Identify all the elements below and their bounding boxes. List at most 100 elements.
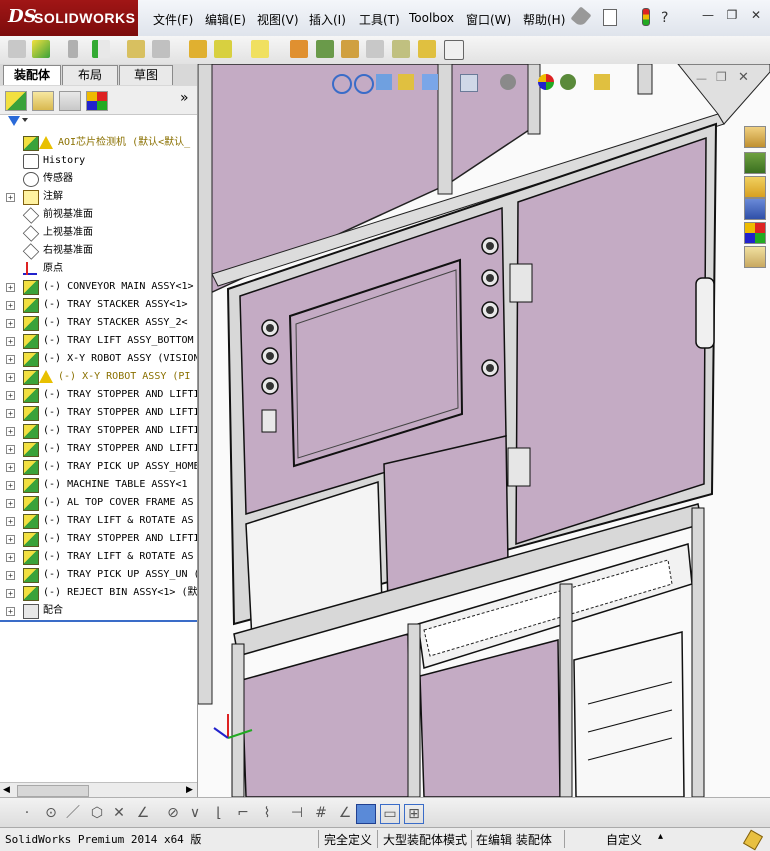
expand-toggle-icon[interactable]: +: [6, 193, 15, 202]
menu-insert[interactable]: 插入(I): [309, 11, 346, 28]
tree-row[interactable]: 上视基准面: [0, 224, 197, 242]
dimension-icon[interactable]: ⊣: [288, 804, 306, 822]
show-hidden-icon[interactable]: [189, 40, 207, 58]
line-icon[interactable]: ／: [64, 804, 82, 822]
chevron-down-icon[interactable]: [22, 118, 28, 122]
menu-edit[interactable]: 编辑(E): [205, 11, 246, 28]
interference-detection-icon[interactable]: [392, 40, 410, 58]
viewport-close-icon[interactable]: ✕: [738, 70, 749, 85]
tree-row[interactable]: History: [0, 152, 197, 170]
configurationmanager-icon[interactable]: [59, 91, 81, 111]
tree-row[interactable]: + (-) X-Y ROBOT ASSY (VISION: [0, 350, 197, 368]
expand-toggle-icon[interactable]: +: [6, 355, 15, 364]
tree-row[interactable]: 前视基准面: [0, 206, 197, 224]
design-library-icon[interactable]: [744, 152, 766, 174]
help-question-icon[interactable]: ?: [661, 10, 668, 26]
expand-toggle-icon[interactable]: +: [6, 571, 15, 580]
scroll-right-icon[interactable]: ▶: [186, 785, 193, 795]
view-settings-icon[interactable]: [594, 74, 610, 90]
displaymanager-icon[interactable]: [86, 91, 108, 111]
tree-row[interactable]: + (-) TRAY STACKER ASSY_2<: [0, 314, 197, 332]
filter-icon[interactable]: [8, 116, 20, 126]
angle-icon[interactable]: ∠: [336, 804, 354, 822]
expand-toggle-icon[interactable]: +: [6, 481, 15, 490]
tree-row[interactable]: 右视基准面: [0, 242, 197, 260]
assembly-features-icon[interactable]: [214, 40, 232, 58]
previous-view-icon[interactable]: [376, 74, 392, 90]
expand-toggle-icon[interactable]: +: [6, 589, 15, 598]
section-view-icon[interactable]: [398, 74, 414, 90]
graphics-area[interactable]: — ❐ ✕: [198, 64, 770, 797]
tree-row[interactable]: AOI芯片检测机 (默认<默认_: [0, 134, 197, 152]
expand-toggle-icon[interactable]: +: [6, 463, 15, 472]
expand-panel-icon[interactable]: »: [180, 90, 189, 106]
resources-home-icon[interactable]: [744, 126, 766, 148]
viewport-minimize-icon[interactable]: —: [696, 72, 707, 85]
tree-row[interactable]: + (-) TRAY STOPPER AND LIFTI: [0, 386, 197, 404]
explode-line-sketch-icon[interactable]: [366, 40, 384, 58]
tree-row[interactable]: + (-) TRAY LIFT ASSY_BOTTOM: [0, 332, 197, 350]
expand-toggle-icon[interactable]: +: [6, 337, 15, 346]
units-selector[interactable]: 自定义: [606, 831, 642, 848]
tree-row[interactable]: + (-) TRAY STOPPER AND LIFTI: [0, 422, 197, 440]
mate-icon[interactable]: [68, 40, 78, 58]
propertymanager-icon[interactable]: [32, 91, 54, 111]
expand-toggle-icon[interactable]: +: [6, 535, 15, 544]
exploded-view-icon[interactable]: [341, 40, 359, 58]
expand-toggle-icon[interactable]: +: [6, 373, 15, 382]
appearances-scenes-icon[interactable]: [744, 222, 766, 244]
new-document-icon[interactable]: [603, 9, 617, 26]
tree-row[interactable]: + (-) TRAY PICK UP ASSY_HOME: [0, 458, 197, 476]
menu-view[interactable]: 视图(V): [257, 11, 299, 28]
hide-show-items-icon[interactable]: [500, 74, 516, 90]
tree-row[interactable]: + (-) MACHINE TABLE ASSY<1: [0, 476, 197, 494]
clearance-verification-icon[interactable]: [418, 40, 436, 58]
tab-layout[interactable]: 布局: [62, 65, 118, 85]
expand-toggle-icon[interactable]: +: [6, 445, 15, 454]
apply-scene-icon[interactable]: [560, 74, 576, 90]
tree-row[interactable]: + (-) TRAY STACKER ASSY<1>: [0, 296, 197, 314]
new-assembly-icon[interactable]: [32, 40, 50, 58]
move-component-icon[interactable]: [152, 40, 170, 58]
pin-icon[interactable]: [570, 6, 592, 28]
tree-row[interactable]: + (-) REJECT BIN ASSY<1> (默: [0, 584, 197, 602]
tree-row[interactable]: + (-) TRAY LIFT & ROTATE AS: [0, 548, 197, 566]
horizontal-scrollbar[interactable]: ◀ ▶: [0, 782, 197, 798]
scroll-left-icon[interactable]: ◀: [3, 785, 10, 795]
circle-icon[interactable]: ⊙: [42, 804, 60, 822]
panel-divider[interactable]: [0, 620, 197, 622]
fillet-icon[interactable]: ⌊: [210, 804, 228, 822]
viewport-restore-icon[interactable]: ❐: [716, 70, 727, 84]
new-motion-study-icon[interactable]: [290, 40, 308, 58]
menu-window[interactable]: 窗口(W): [466, 11, 511, 28]
expand-toggle-icon[interactable]: +: [6, 409, 15, 418]
tab-assembly[interactable]: 装配体: [3, 65, 61, 85]
tree-row[interactable]: 原点: [0, 260, 197, 278]
expand-toggle-icon[interactable]: +: [6, 553, 15, 562]
zoom-to-area-icon[interactable]: [354, 74, 374, 94]
cabinet-model[interactable]: [198, 64, 770, 797]
menu-help[interactable]: 帮助(H): [523, 11, 565, 28]
grid-icon[interactable]: #: [312, 804, 330, 822]
table-icon[interactable]: ⊞: [404, 804, 424, 824]
rebuild-traffic-light-icon[interactable]: [642, 8, 650, 26]
instant3d-icon[interactable]: [444, 40, 464, 60]
menu-toolbox[interactable]: Toolbox: [409, 11, 454, 25]
tree-row[interactable]: + 注解: [0, 188, 197, 206]
expand-toggle-icon[interactable]: +: [6, 391, 15, 400]
display-mode-icon[interactable]: [356, 804, 376, 824]
extend-icon[interactable]: ∠: [134, 804, 152, 822]
solidworks-logo[interactable]: DS SOLIDWORKS: [0, 0, 138, 36]
tree-row[interactable]: 传感器: [0, 170, 197, 188]
expand-toggle-icon[interactable]: +: [6, 517, 15, 526]
expand-toggle-icon[interactable]: +: [6, 499, 15, 508]
shaded-icon[interactable]: ▭: [380, 804, 400, 824]
expand-toggle-icon[interactable]: +: [6, 319, 15, 328]
tree-row[interactable]: + (-) TRAY STOPPER AND LIFTI: [0, 530, 197, 548]
tree-row[interactable]: + (-) X-Y ROBOT ASSY (PI: [0, 368, 197, 386]
expand-toggle-icon[interactable]: +: [6, 427, 15, 436]
bill-of-materials-icon[interactable]: [316, 40, 334, 58]
edit-appearance-icon[interactable]: [538, 74, 554, 90]
tab-sketch[interactable]: 草图: [119, 65, 173, 85]
menu-file[interactable]: 文件(F): [153, 11, 193, 28]
